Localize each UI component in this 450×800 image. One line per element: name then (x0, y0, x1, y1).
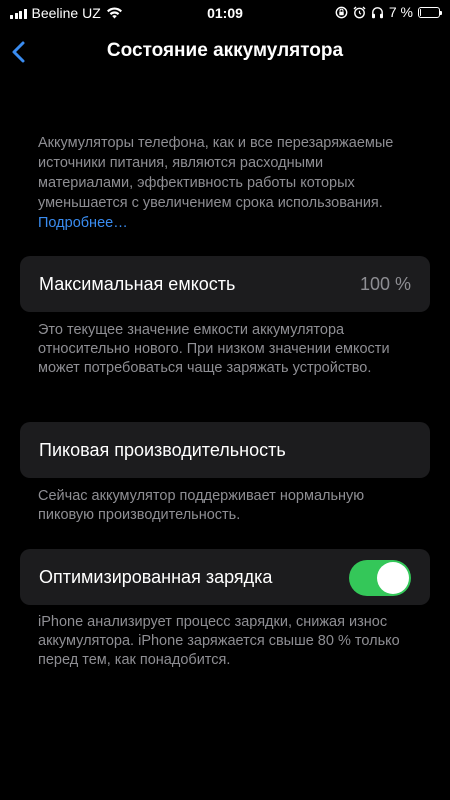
alarm-icon (353, 6, 366, 18)
page-title: Состояние аккумулятора (106, 40, 344, 61)
max-capacity-value: 100 % (359, 274, 411, 294)
learn-more-link[interactable]: Подробнее… (38, 215, 128, 231)
peak-performance-footnote: Сейчас аккумулятор поддерживает нормальн… (38, 488, 365, 523)
optimized-charging-toggle[interactable] (349, 560, 411, 596)
orientation-lock-icon (335, 6, 348, 18)
peak-performance-label: Пиковая производительность (39, 440, 286, 460)
max-capacity-cell: Максимальная емкость 100 % (20, 256, 430, 312)
status-bar: Beeline UZ 01:09 7 % (0, 0, 450, 28)
status-right: 7 % (335, 4, 442, 20)
optimized-charging-footnote: iPhone анализирует процесс зарядки, сниж… (38, 614, 400, 668)
battery-level (420, 8, 421, 16)
headphones-icon (371, 6, 383, 18)
battery-percent: 7 % (388, 4, 413, 20)
intro-body: Аккумуляторы телефона, как и все перезар… (38, 135, 394, 211)
toggle-knob (377, 562, 409, 594)
optimized-charging-cell: Оптимизированная зарядка (20, 549, 430, 605)
navigation-bar: Состояние аккумулятора (0, 34, 450, 70)
intro-text: Аккумуляторы телефона, как и все перезар… (38, 133, 410, 233)
max-capacity-footnote: Это текущее значение емкости аккумулятор… (38, 322, 390, 376)
peak-performance-cell: Пиковая производительность (20, 422, 430, 478)
battery-icon (418, 6, 442, 18)
optimized-charging-label: Оптимизированная зарядка (39, 567, 273, 587)
max-capacity-label: Максимальная емкость (39, 274, 236, 294)
